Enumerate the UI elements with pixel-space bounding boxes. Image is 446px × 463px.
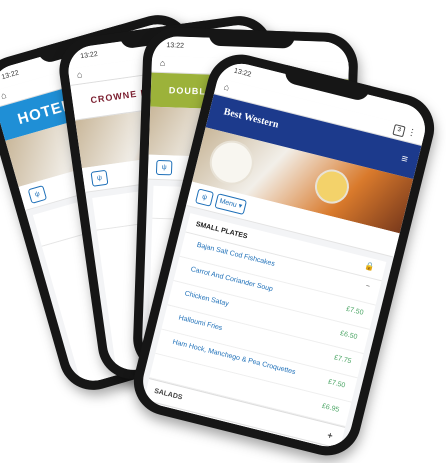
status-time: 13:22	[233, 68, 252, 79]
collapse-icon[interactable]: −	[365, 283, 371, 291]
cutlery-button[interactable]: ψ	[195, 188, 214, 206]
brand-logo: Best Western	[223, 106, 284, 131]
menu-dropdown-button[interactable]: Menu ▾	[214, 193, 247, 215]
menu-item-price: £7.50	[327, 379, 346, 390]
menu-item-price: £6.50	[339, 330, 358, 341]
plate-image	[205, 136, 258, 189]
menu-item-price: £7.75	[333, 354, 352, 365]
hamburger-menu-icon[interactable]: ≡	[400, 153, 409, 166]
cutlery-button[interactable]: ψ	[91, 170, 109, 187]
section-title: SALADS	[153, 388, 183, 402]
home-icon[interactable]: ⌂	[0, 90, 7, 101]
cutlery-button[interactable]: ψ	[156, 160, 173, 176]
expand-icon[interactable]: +	[326, 430, 334, 441]
menu-item-name: Chicken Satay	[184, 290, 229, 308]
status-time: 13:22	[1, 70, 20, 82]
plate-image	[311, 166, 352, 207]
menu-item-name: Halloumi Fries	[178, 314, 223, 332]
app-mockup-stage: 13:22 ⌂ HOTEL ψ 13:22 ⌂	[0, 0, 446, 461]
tabs-icon[interactable]: 3	[392, 124, 405, 137]
home-icon[interactable]: ⌂	[223, 82, 231, 93]
home-icon[interactable]: ⌂	[160, 58, 166, 68]
phone-notch	[208, 29, 295, 49]
menu-button-label: Menu	[219, 198, 238, 209]
home-icon[interactable]: ⌂	[76, 69, 83, 80]
cutlery-button[interactable]: ψ	[28, 185, 48, 204]
more-options-icon[interactable]: ⋮	[406, 126, 417, 139]
menu-item-price: £7.50	[345, 306, 364, 317]
lock-icon: 🔒	[364, 261, 376, 272]
status-time: 13:22	[166, 42, 184, 50]
status-time: 13:22	[80, 51, 98, 60]
menu-item-price: £6.95	[321, 403, 340, 414]
